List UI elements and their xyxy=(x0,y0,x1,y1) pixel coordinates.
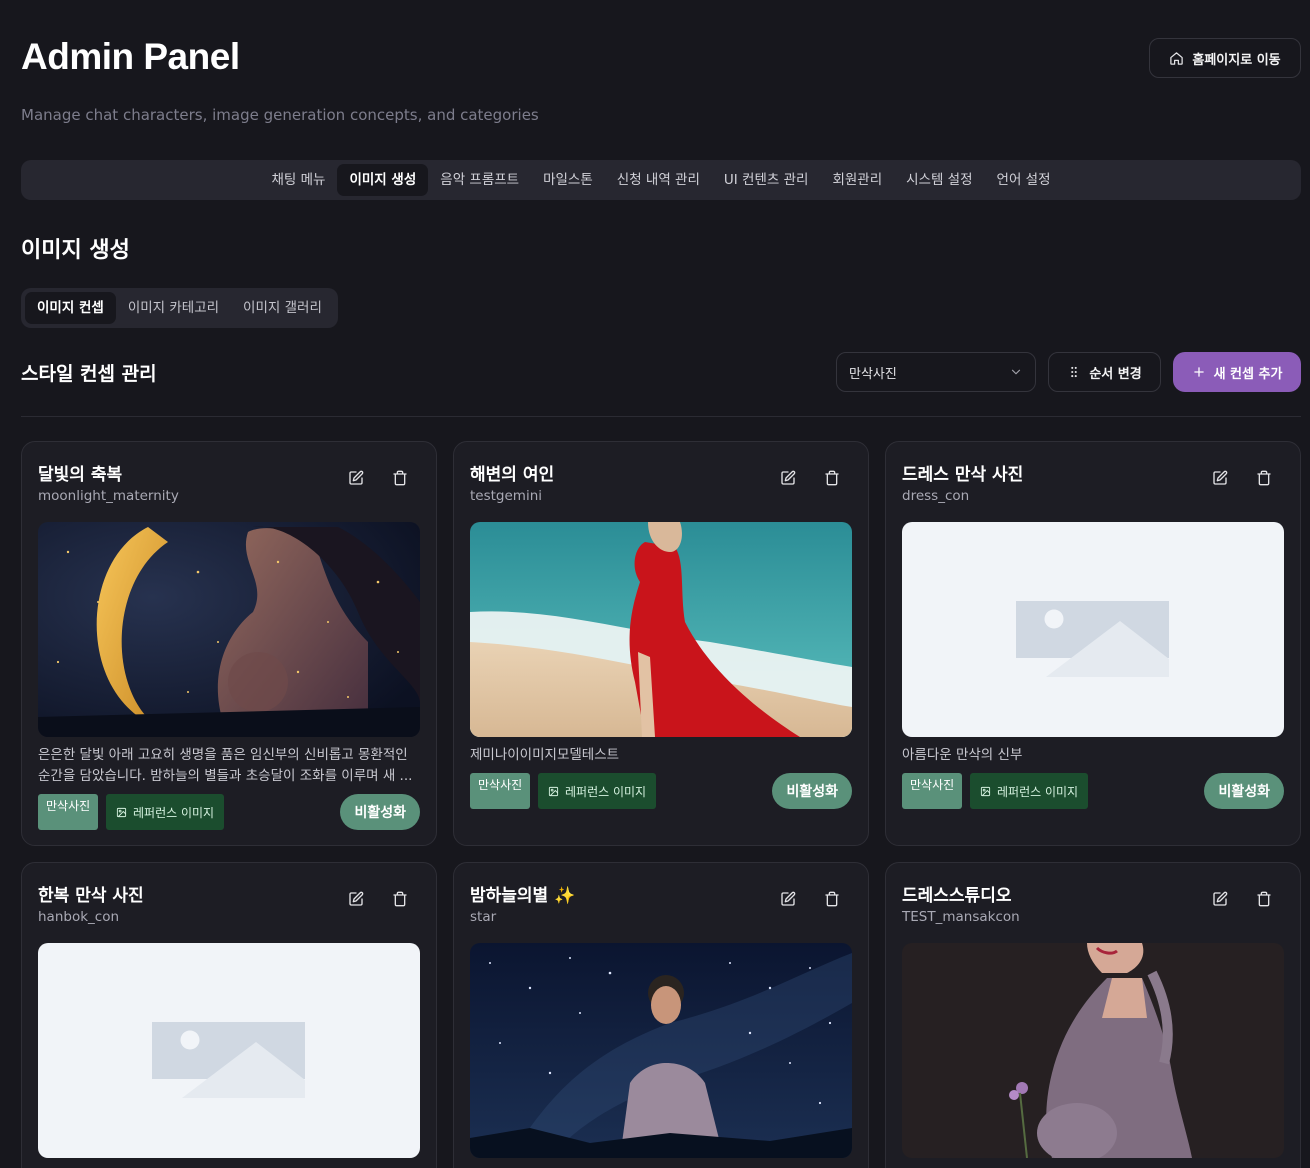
main-nav: 채팅 메뉴 이미지 생성 음악 프롬프트 마일스톤 신청 내역 관리 UI 컨텐… xyxy=(21,160,1301,200)
card-key: moonlight_maternity xyxy=(38,488,179,504)
card-description: 제미나이이미지모델테스트 xyxy=(470,747,620,763)
add-concept-button-label: 새 컨셉 추가 xyxy=(1213,366,1283,382)
image-icon xyxy=(548,786,559,796)
deactivate-button[interactable]: 비활성화 xyxy=(772,773,852,809)
tab-image-gallery[interactable]: 이미지 갤러리 xyxy=(231,292,334,324)
home-icon xyxy=(1170,51,1184,65)
reference-badge-label: 레퍼런스 이미지 xyxy=(565,784,647,799)
card-key: TEST_mansakcon xyxy=(902,909,1020,925)
section-title: 이미지 생성 xyxy=(21,238,130,263)
concept-image-studio xyxy=(902,943,1284,1158)
image-placeholder-icon xyxy=(38,943,420,1158)
nav-image-generation[interactable]: 이미지 생성 xyxy=(337,164,429,196)
card-key: hanbok_con xyxy=(38,909,120,925)
tab-image-concept[interactable]: 이미지 컨셉 xyxy=(25,292,116,324)
card-description: 은은한 달빛 아래 고요히 생명을 품은 임신부의 신비롭고 몽환적인 순간을 … xyxy=(38,747,413,784)
reference-badge-label: 레퍼런스 이미지 xyxy=(133,805,215,820)
grip-icon xyxy=(1071,366,1078,378)
concept-card: 밤하늘의별 ✨ star xyxy=(453,862,869,1168)
card-key: testgemini xyxy=(470,488,543,504)
category-badge: 만삭사진 xyxy=(902,773,963,809)
concept-image-starry-night xyxy=(470,943,852,1158)
edit-icon[interactable] xyxy=(778,468,798,488)
category-select-value: 만삭사진 xyxy=(849,366,897,382)
add-concept-button[interactable]: 새 컨셉 추가 xyxy=(1173,352,1301,392)
card-title: 밤하늘의별 ✨ xyxy=(470,886,576,906)
nav-language-settings[interactable]: 언어 설정 xyxy=(985,164,1063,196)
reference-badge-label: 레퍼런스 이미지 xyxy=(997,784,1079,799)
chevron-down-icon xyxy=(1011,369,1021,375)
nav-members[interactable]: 회원관리 xyxy=(820,164,894,196)
nav-milestone[interactable]: 마일스톤 xyxy=(531,164,605,196)
nav-system-settings[interactable]: 시스템 설정 xyxy=(894,164,984,196)
page-subtitle: Manage chat characters, image generation… xyxy=(21,106,539,124)
edit-icon[interactable] xyxy=(346,468,366,488)
trash-icon[interactable] xyxy=(822,889,842,909)
plus-icon xyxy=(1193,367,1204,377)
category-badge: 만삭사진 xyxy=(38,794,99,830)
edit-icon[interactable] xyxy=(346,889,366,909)
reference-image-badge: 레퍼런스 이미지 xyxy=(970,773,1089,809)
card-title: 해변의 여인 xyxy=(470,465,555,485)
card-title: 드레스스튜디오 xyxy=(902,886,1012,906)
card-title: 드레스 만삭 사진 xyxy=(902,465,1024,485)
category-badge: 만삭사진 xyxy=(470,773,531,809)
concept-card: 드레스 만삭 사진 dress_con 아름다운 만삭의 신부 만삭사진 레퍼런… xyxy=(885,441,1301,846)
reference-image-badge: 레퍼런스 이미지 xyxy=(538,773,657,809)
image-icon xyxy=(980,786,991,796)
trash-icon[interactable] xyxy=(390,889,410,909)
nav-ui-content[interactable]: UI 컨텐츠 관리 xyxy=(712,164,821,196)
card-description: 아름다운 만삭의 신부 xyxy=(902,747,1023,763)
concept-image-beach xyxy=(470,522,852,737)
nav-music-prompt[interactable]: 음악 프롬프트 xyxy=(428,164,531,196)
concept-image-moonlight xyxy=(38,522,420,737)
reorder-button-label: 순서 변경 xyxy=(1089,366,1142,382)
trash-icon[interactable] xyxy=(822,468,842,488)
concept-card: 한복 만삭 사진 hanbok_con xyxy=(21,862,437,1168)
edit-icon[interactable] xyxy=(1210,889,1230,909)
card-title: 달빛의 축복 xyxy=(38,465,123,485)
concept-card: 해변의 여인 testgemini 제미나이이미지모델테스트 만삭사진 레퍼런스… xyxy=(453,441,869,846)
card-title: 한복 만삭 사진 xyxy=(38,886,144,906)
category-select[interactable]: 만삭사진 xyxy=(836,352,1036,392)
card-key: star xyxy=(470,909,497,925)
deactivate-button[interactable]: 비활성화 xyxy=(340,794,420,830)
home-button-label: 홈페이지로 이동 xyxy=(1192,52,1281,68)
divider xyxy=(21,416,1301,417)
reference-image-badge: 레퍼런스 이미지 xyxy=(106,794,225,830)
image-icon xyxy=(116,807,127,817)
edit-icon[interactable] xyxy=(778,889,798,909)
trash-icon[interactable] xyxy=(1254,468,1274,488)
deactivate-button[interactable]: 비활성화 xyxy=(1204,773,1284,809)
page-title: Admin Panel xyxy=(21,36,240,77)
nav-application-history[interactable]: 신청 내역 관리 xyxy=(605,164,712,196)
card-key: dress_con xyxy=(902,488,970,504)
home-button[interactable]: 홈페이지로 이동 xyxy=(1149,38,1301,78)
concept-card: 달빛의 축복 moonlight_maternity 은은한 달빛 아래 고요히… xyxy=(21,441,437,846)
tab-image-category[interactable]: 이미지 카테고리 xyxy=(116,292,231,324)
reorder-button[interactable]: 순서 변경 xyxy=(1048,352,1161,392)
edit-icon[interactable] xyxy=(1210,468,1230,488)
image-placeholder-icon xyxy=(902,522,1284,737)
trash-icon[interactable] xyxy=(390,468,410,488)
concepts-title: 스타일 컨셉 관리 xyxy=(21,363,157,385)
sub-tabs: 이미지 컨셉 이미지 카테고리 이미지 갤러리 xyxy=(21,288,338,328)
trash-icon[interactable] xyxy=(1254,889,1274,909)
concept-card: 드레스스튜디오 TEST_mansakcon xyxy=(885,862,1301,1168)
nav-chat-menu[interactable]: 채팅 메뉴 xyxy=(259,164,337,196)
